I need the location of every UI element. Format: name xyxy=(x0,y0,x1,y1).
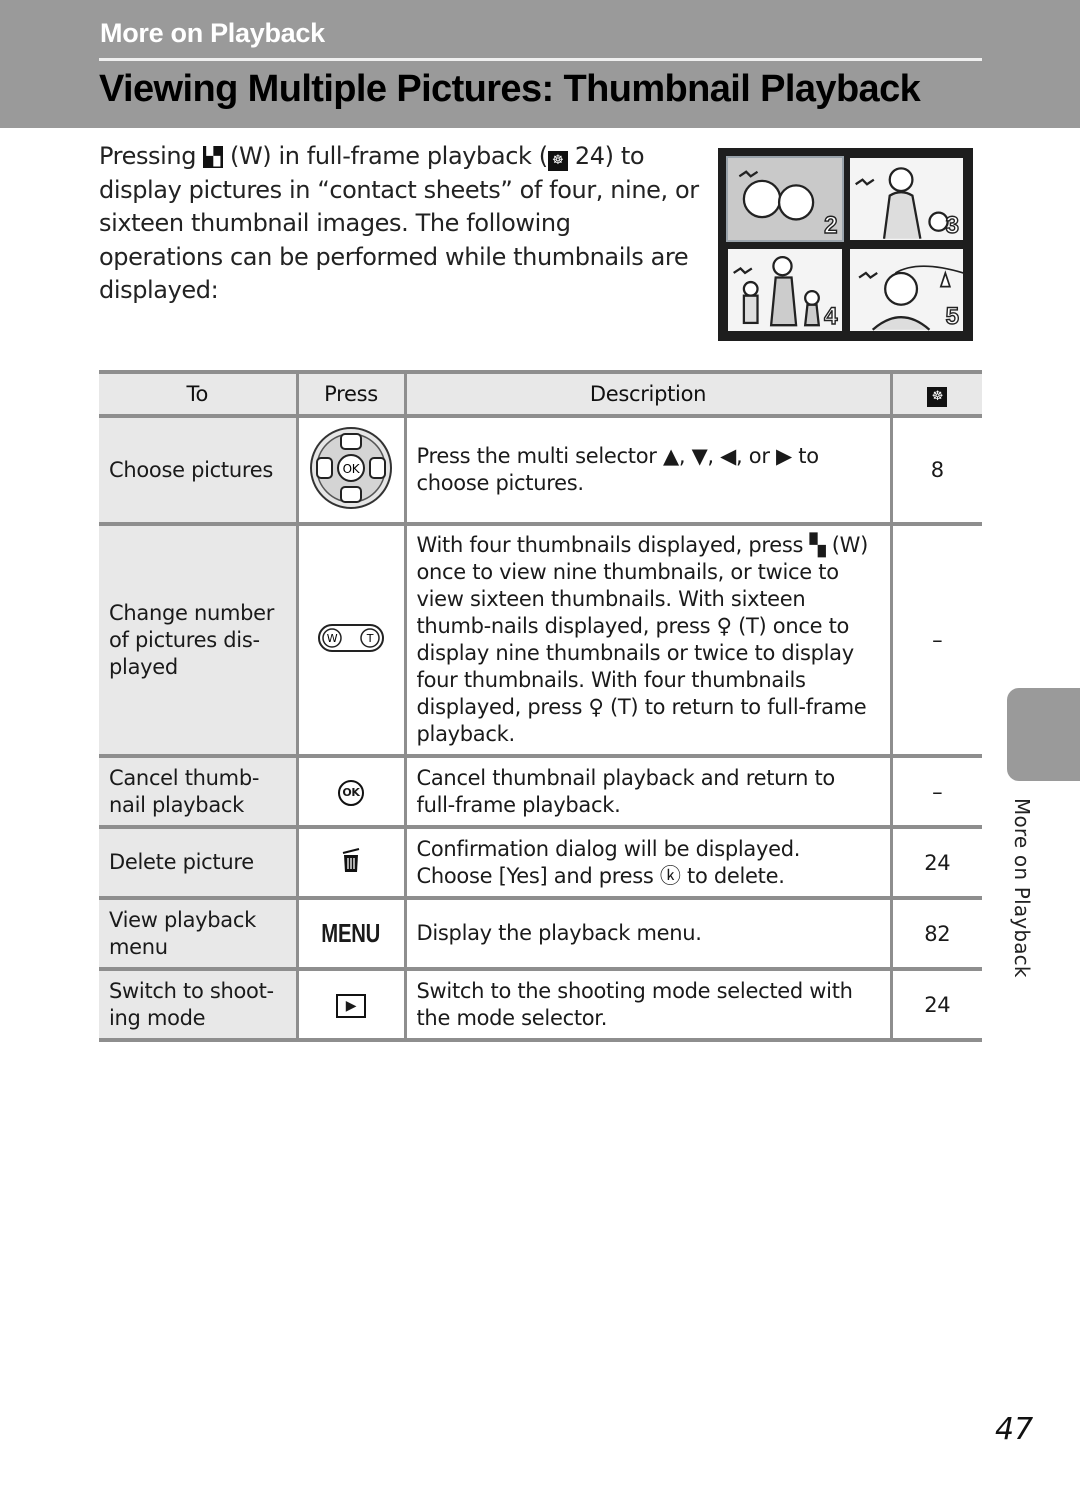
table-row: Delete picture Confirmation dialog will … xyxy=(99,825,982,900)
cell-press: W T xyxy=(295,522,407,758)
chapter-tab-label: More on Playback xyxy=(1010,798,1034,978)
cell-page: – xyxy=(891,522,982,758)
cell-to: Change number of pictures dis-played xyxy=(99,522,297,758)
header-description: Description xyxy=(405,370,893,418)
svg-text:OK: OK xyxy=(343,462,361,476)
zoom-w-t-icon: W T xyxy=(318,623,384,652)
cell-press: OK xyxy=(295,754,407,829)
table-row: Choose pictures OK Press the multi selec… xyxy=(99,414,982,526)
thumbnail-button-icon: ▚ xyxy=(203,146,223,168)
table-row: Change number of pictures dis-played W T… xyxy=(99,522,982,758)
thumbnail-number: 2 xyxy=(823,211,838,239)
cell-description: Display the playback menu. xyxy=(405,896,893,971)
thumbnail-family: 4 xyxy=(728,249,842,331)
ok-button-icon: OK xyxy=(338,780,364,806)
cell-page: 82 xyxy=(891,896,982,971)
table-header-row: To Press Description ☸ xyxy=(99,370,982,418)
header-page: ☸ xyxy=(891,370,982,418)
cell-to: Delete picture xyxy=(99,825,297,900)
cell-press: OK xyxy=(295,414,407,526)
table-row: Cancel thumb-nail playback OK Cancel thu… xyxy=(99,754,982,829)
intro-text-1: Pressing xyxy=(99,142,197,170)
trash-icon xyxy=(342,848,360,872)
cell-page: 24 xyxy=(891,967,982,1042)
menu-button-icon: MENU xyxy=(321,918,381,948)
multi-selector-icon: OK xyxy=(310,426,392,509)
table-row: View playback menu MENU Display the play… xyxy=(99,896,982,971)
thumbnail-number: 4 xyxy=(823,302,838,330)
reference-icon: ☸ xyxy=(927,387,948,407)
thumbnail-illustration: 2 3 4 5 xyxy=(718,148,973,341)
cell-to: Choose pictures xyxy=(99,414,297,526)
cell-description: With four thumbnails displayed, press ▚ … xyxy=(405,522,893,758)
section-title: More on Playback xyxy=(100,18,325,48)
cell-page: 8 xyxy=(891,414,982,526)
thumbnail-portrait: 5 xyxy=(849,249,963,331)
thumbnail-woman-child: 3 xyxy=(849,158,963,240)
cell-page: 24 xyxy=(891,825,982,900)
svg-text:T: T xyxy=(366,632,374,645)
table-row: Switch to shoot-ing mode ▶ Switch to the… xyxy=(99,967,982,1042)
operations-table: To Press Description ☸ Choose pictures O… xyxy=(99,370,982,1042)
intro-text-2: (W) in full-frame playback ( xyxy=(230,142,548,170)
page-title: Viewing Multiple Pictures: Thumbnail Pla… xyxy=(99,68,921,110)
chapter-tab xyxy=(1007,688,1080,781)
reference-icon: ☸ xyxy=(547,151,568,171)
cell-page: – xyxy=(891,754,982,829)
cell-press: ▶ xyxy=(295,967,407,1042)
cell-description: Press the multi selector ▲, ▼, ◀, or ▶ t… xyxy=(405,414,893,526)
header-divider xyxy=(99,58,982,61)
cell-to: Switch to shoot-ing mode xyxy=(99,967,297,1042)
cell-to: View playback menu xyxy=(99,896,297,971)
cell-description: Switch to the shooting mode selected wit… xyxy=(405,967,893,1042)
thumbnail-flowers: 2 xyxy=(726,156,844,242)
cell-press: MENU xyxy=(295,896,407,971)
thumbnail-number: 3 xyxy=(945,211,960,239)
page-number: 47 xyxy=(995,1412,1034,1447)
cell-description: Cancel thumbnail playback and return to … xyxy=(405,754,893,829)
play-button-icon: ▶ xyxy=(336,994,366,1018)
intro-paragraph: Pressing ▚ (W) in full-frame playback (☸… xyxy=(99,140,699,308)
header-to: To xyxy=(99,370,297,418)
cell-description: Confirmation dialog will be displayed. C… xyxy=(405,825,893,900)
cell-press xyxy=(295,825,407,900)
svg-text:W: W xyxy=(327,632,338,645)
header-press: Press xyxy=(295,370,407,418)
thumbnail-number: 5 xyxy=(945,302,960,330)
cell-to: Cancel thumb-nail playback xyxy=(99,754,297,829)
